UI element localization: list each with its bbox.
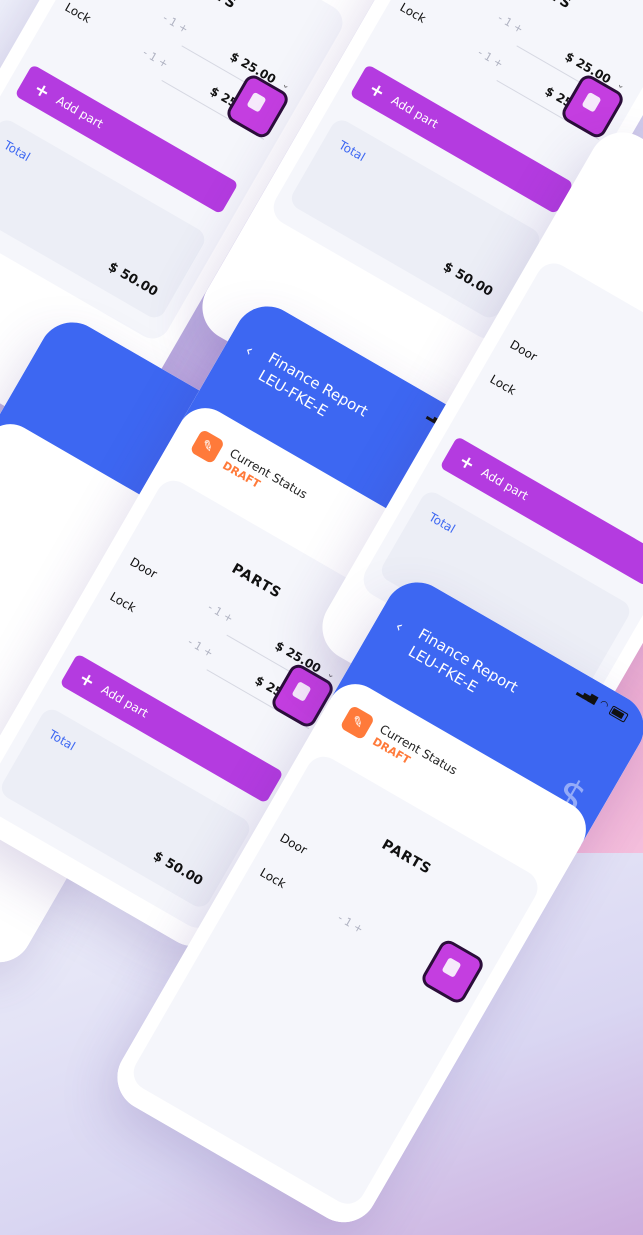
part-name: Door bbox=[277, 830, 310, 858]
plus-icon: + bbox=[30, 77, 54, 104]
total-label: Total bbox=[46, 727, 78, 754]
add-part-label: Add part bbox=[388, 93, 441, 132]
add-part-label: Add part bbox=[53, 93, 106, 132]
total-label: Total bbox=[1, 137, 33, 165]
quantity-stepper[interactable]: - 1 + bbox=[185, 635, 215, 660]
quantity-stepper[interactable]: - 1 + bbox=[160, 11, 190, 36]
quantity-stepper[interactable]: - 1 + bbox=[140, 46, 170, 71]
part-name: Lock bbox=[487, 372, 519, 398]
plus-icon: + bbox=[455, 449, 479, 476]
quantity-stepper[interactable]: - 1 + bbox=[205, 601, 235, 626]
part-name: Lock bbox=[62, 0, 94, 26]
document-icon: ✎ bbox=[189, 428, 226, 465]
quantity-stepper[interactable]: - 1 + bbox=[475, 46, 505, 71]
quantity-stepper[interactable]: - 1 + bbox=[495, 11, 525, 36]
total-label: Total bbox=[426, 509, 458, 537]
total-label: Total bbox=[336, 137, 368, 165]
part-name: Door bbox=[507, 337, 540, 364]
back-icon[interactable]: ‹ bbox=[242, 340, 257, 360]
total-value: $ 50.00 bbox=[105, 259, 161, 300]
document-icon: ✎ bbox=[339, 704, 376, 741]
back-icon[interactable]: ‹ bbox=[392, 616, 407, 636]
quantity-stepper[interactable]: - 1 + bbox=[335, 911, 365, 936]
part-name: Lock bbox=[397, 0, 429, 26]
part-name: Door bbox=[127, 554, 160, 582]
plus-icon: + bbox=[365, 77, 389, 104]
add-part-label: Add part bbox=[98, 682, 151, 721]
total-value: $ 50.00 bbox=[150, 848, 206, 890]
add-part-label: Add part bbox=[478, 465, 531, 504]
total-value: $ 50.00 bbox=[440, 259, 496, 300]
part-name: Lock bbox=[107, 589, 139, 616]
plus-icon: + bbox=[75, 666, 99, 693]
part-name: Lock bbox=[257, 865, 289, 892]
